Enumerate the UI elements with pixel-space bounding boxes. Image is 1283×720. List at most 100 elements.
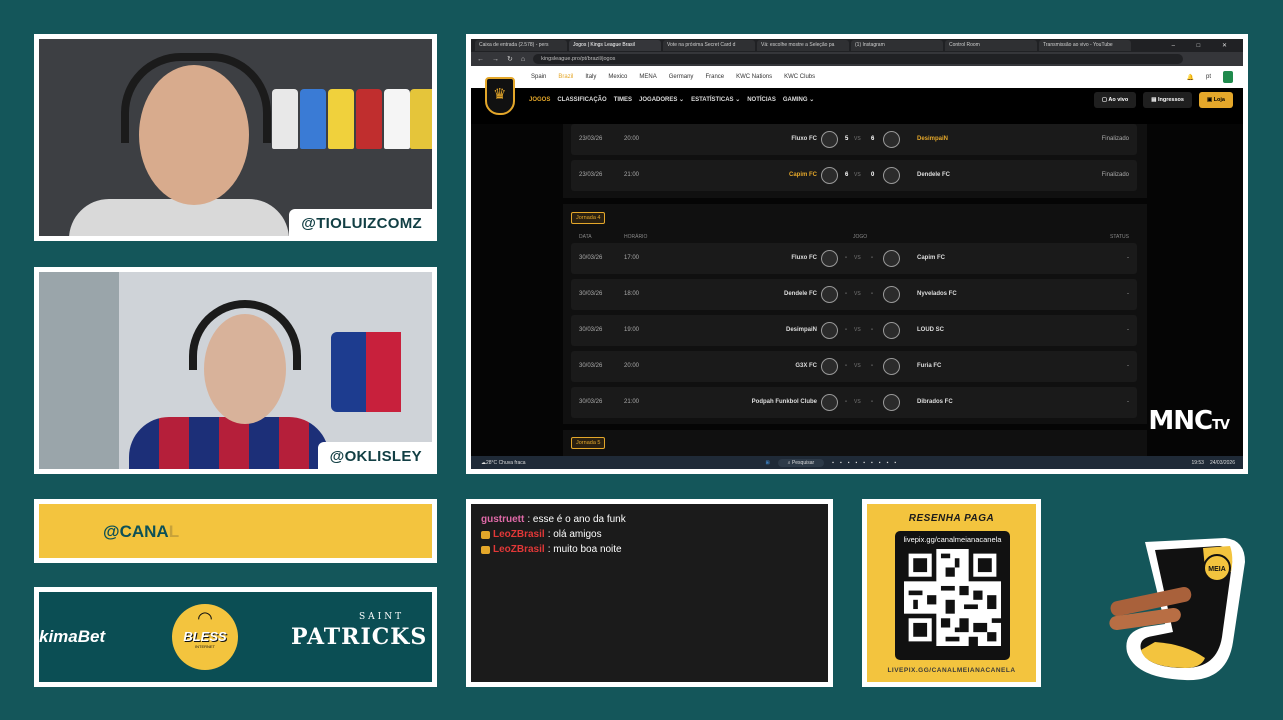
home-icon[interactable]: ⌂	[521, 56, 525, 63]
match-date: 30/03/26	[579, 255, 603, 261]
away-team: Dibrados FC	[917, 399, 953, 405]
browser-tab[interactable]: (1) Instagram	[851, 40, 943, 51]
home-score: 6	[845, 172, 849, 178]
chat-username: LeoZBrasil	[493, 544, 545, 555]
match-row[interactable]: 23/03/26 20:00 Fluxo FC 5 VS 6 DesimpaiN…	[571, 124, 1137, 155]
chat-text: : muito boa noite	[547, 544, 622, 555]
team-badge-icon[interactable]	[1223, 71, 1233, 83]
league-link[interactable]: France	[705, 74, 724, 80]
donation-qr-panel: RESENHA PAGA livepix.gg/canalmeianacanel…	[862, 499, 1041, 687]
back-icon[interactable]: ←	[477, 56, 484, 63]
browser-tab-active[interactable]: Jogos | Kings League Brasil	[569, 40, 661, 51]
taskbar-app-icons[interactable]: ▪▪▪▪▪▪▪▪▪	[832, 460, 902, 466]
subscriber-badge-icon	[481, 545, 490, 554]
match-row[interactable]: 30/03/26 21:00 Podpah Funkbol Clube - VS…	[571, 387, 1137, 418]
away-crest-icon	[883, 131, 900, 148]
jornada-4-badge: Jornada 4	[571, 212, 606, 224]
league-link[interactable]: KWC Nations	[736, 74, 772, 80]
browser-window: Caixa de entrada (2.578) - pers Jogos | …	[466, 34, 1248, 474]
home-crest-icon	[821, 286, 838, 303]
away-crest-icon	[883, 286, 900, 303]
windows-start-icon[interactable]: ⊞	[766, 460, 770, 466]
browser-tab[interactable]: Transmissão ao vivo - YouTube	[1039, 40, 1131, 51]
tickets-button[interactable]: ▤ Ingressos	[1143, 91, 1192, 108]
nav-times[interactable]: TIMES	[614, 97, 632, 103]
match-date: 23/03/26	[579, 136, 603, 142]
browser-tab[interactable]: Control Room	[945, 40, 1037, 51]
bell-icon[interactable]: 🔔	[1187, 74, 1194, 81]
match-row[interactable]: 23/03/26 21:00 Capim FC 6 VS 0 Dendele F…	[571, 160, 1137, 191]
away-score: -	[871, 399, 873, 405]
window-background	[39, 272, 119, 469]
chat-message: LeoZBrasil: olá amigos	[481, 529, 818, 540]
tray-time: 19:53	[1191, 459, 1204, 466]
browser-tab[interactable]: Vote na próxima Secret Card d	[663, 40, 755, 51]
mnctv-watermark: MNCTV	[1148, 406, 1230, 436]
browser-tab[interactable]: Vá: escolhe mostre a Seleção pa	[757, 40, 849, 51]
reload-icon[interactable]: ↻	[507, 55, 513, 63]
forward-icon[interactable]: →	[492, 56, 499, 63]
url-field[interactable]: kingsleague.pro/pt/brazil/jogos	[533, 54, 1183, 64]
site-league-selector: Spain Brazil Italy Mexico MENA Germany F…	[471, 66, 1243, 88]
vs-label: VS	[854, 136, 861, 142]
nav-jogadores[interactable]: JOGADORES ⌄	[639, 96, 684, 103]
match-time: 21:00	[624, 172, 640, 178]
qr-code	[904, 549, 1001, 646]
headset	[121, 53, 271, 143]
person-shirt	[129, 417, 329, 469]
chat-text: : esse é o ano da funk	[527, 514, 626, 525]
away-team: Nyvelados FC	[917, 291, 957, 297]
away-score: -	[871, 327, 873, 333]
away-team: DesimpaiN	[917, 136, 949, 142]
match-row[interactable]: 30/03/26 18:00 Dendele FC - VS - Nyvelad…	[571, 279, 1137, 310]
away-crest-icon	[883, 250, 900, 267]
match-row[interactable]: 30/03/26 20:00 G3X FC - VS - Furia FC -	[571, 351, 1137, 382]
qr-card: livepix.gg/canalmeianacanela	[895, 531, 1010, 660]
league-link[interactable]: Mexico	[608, 74, 627, 80]
match-date: 30/03/26	[579, 399, 603, 405]
nav-jogos[interactable]: JOGOS	[529, 97, 550, 103]
match-row[interactable]: 30/03/26 17:00 Fluxo FC - VS - Capim FC …	[571, 243, 1137, 274]
sock-mascot-logo: MEIA	[1109, 538, 1245, 681]
league-link[interactable]: KWC Clubs	[784, 74, 815, 80]
vs-label: VS	[854, 363, 861, 369]
qr-url: livepix.gg/canalmeianacanela	[903, 535, 1002, 544]
away-team: Capim FC	[917, 255, 946, 261]
away-crest-icon	[883, 394, 900, 411]
match-status: -	[1127, 399, 1129, 405]
home-score: -	[845, 255, 847, 261]
league-link[interactable]: MENA	[639, 74, 656, 80]
nav-gaming[interactable]: GAMING ⌄	[783, 96, 814, 103]
nav-estatisticas[interactable]: ESTATÍSTICAS ⌄	[691, 96, 740, 103]
shop-label: Loja	[1213, 96, 1225, 103]
league-link-active[interactable]: Brazil	[558, 74, 573, 80]
league-link[interactable]: Spain	[531, 74, 546, 80]
window-controls[interactable]: – □ ✕	[1172, 42, 1243, 49]
language-select[interactable]: pt	[1206, 74, 1211, 80]
channel-banner: @CANAL	[34, 499, 437, 563]
match-status: Finalizado	[1101, 136, 1129, 142]
match-time: 18:00	[624, 291, 640, 297]
vs-label: VS	[854, 399, 861, 405]
channel-name: @CANAL	[103, 522, 179, 542]
home-score: -	[845, 327, 847, 333]
match-status: -	[1127, 327, 1129, 333]
kings-league-logo[interactable]	[485, 77, 515, 115]
match-row[interactable]: 30/03/26 19:00 DesimpaiN - VS - LOUD SC …	[571, 315, 1137, 346]
wifi-icon: ◠	[197, 608, 213, 628]
home-team: DesimpaiN	[785, 327, 817, 333]
match-time: 21:00	[624, 399, 640, 405]
shop-button[interactable]: ▣ Loja	[1198, 91, 1233, 108]
live-button[interactable]: ▢ Ao vivo	[1093, 91, 1137, 108]
live-chat: gustruett: esse é o ano da funk LeoZBras…	[466, 499, 833, 687]
home-score: -	[845, 291, 847, 297]
browser-tab[interactable]: Caixa de entrada (2.578) - pers	[475, 40, 567, 51]
watermark-sub: TV	[1212, 418, 1230, 433]
vs-label: VS	[854, 327, 861, 333]
league-link[interactable]: Germany	[669, 74, 694, 80]
taskbar-search[interactable]: ⌕ Pesquisar	[777, 458, 825, 467]
league-link[interactable]: Italy	[585, 74, 596, 80]
chat-username: gustruett	[481, 514, 525, 525]
nav-noticias[interactable]: NOTÍCIAS	[747, 97, 776, 103]
nav-classificacao[interactable]: CLASSIFICAÇÃO	[557, 97, 606, 103]
